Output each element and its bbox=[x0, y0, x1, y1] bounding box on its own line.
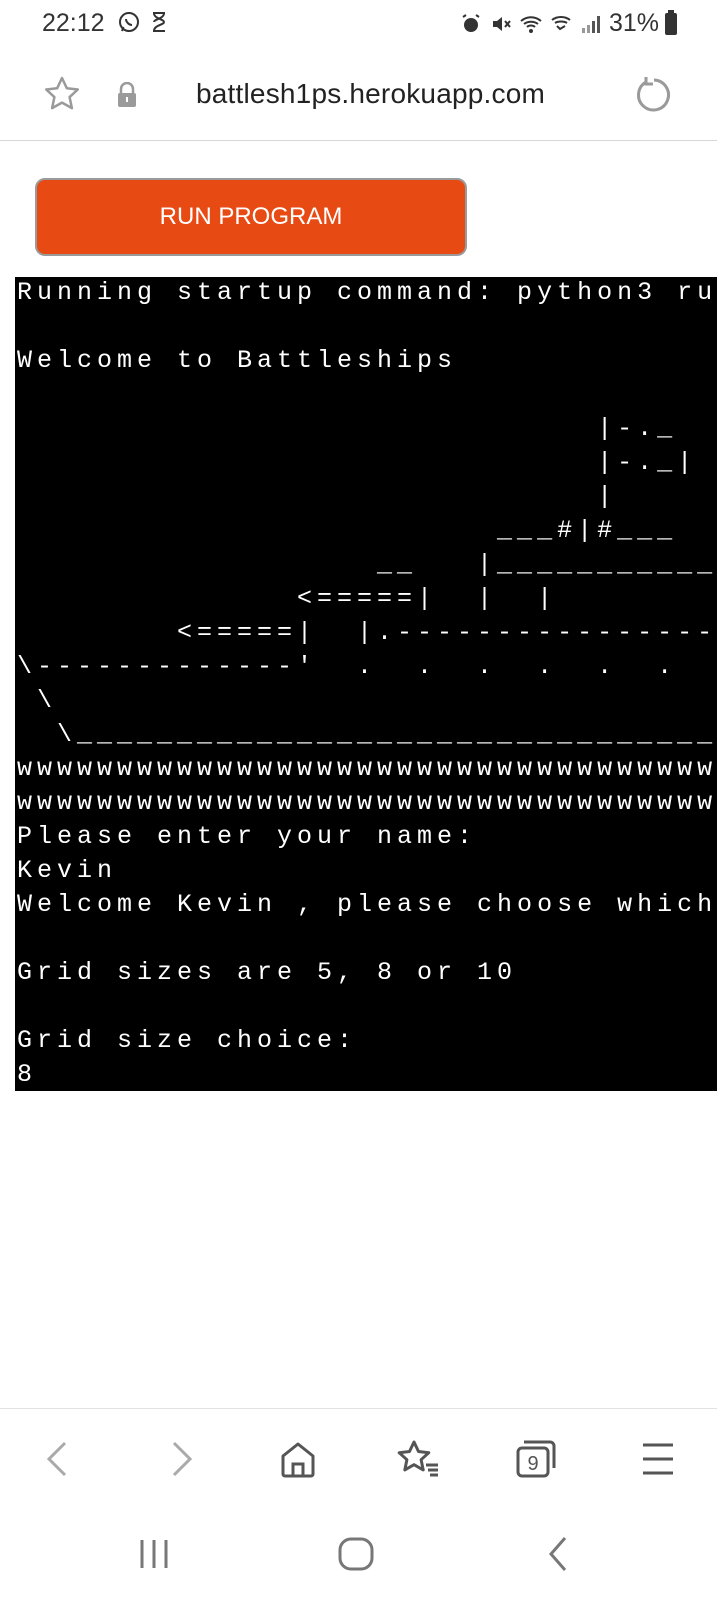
menu-button[interactable] bbox=[632, 1433, 684, 1485]
terminal-line: <=====| |.------------------ bbox=[17, 618, 717, 647]
browser-toolbar: 9 bbox=[0, 1408, 717, 1509]
hourglass-icon bbox=[153, 12, 166, 32]
terminal-line: Kevin bbox=[17, 856, 118, 885]
home-system-button[interactable] bbox=[330, 1528, 382, 1580]
terminal[interactable]: Running startup command: python3 run.py W… bbox=[15, 277, 717, 1091]
recent-apps-icon bbox=[140, 1540, 168, 1568]
status-system-icons: 31% bbox=[459, 9, 677, 38]
forward-button[interactable] bbox=[155, 1433, 207, 1485]
terminal-line: | bbox=[17, 482, 618, 511]
reload-icon[interactable] bbox=[634, 74, 674, 114]
terminal-line: <=====| | | | | |== bbox=[297, 584, 558, 613]
tabs-button[interactable]: 9 bbox=[510, 1433, 562, 1485]
star-icon[interactable] bbox=[42, 74, 82, 114]
forward-icon bbox=[172, 1441, 193, 1477]
home-icon bbox=[281, 1442, 315, 1478]
bookmarks-icon bbox=[397, 1440, 438, 1477]
recent-apps-button[interactable] bbox=[128, 1528, 180, 1580]
wifi-icon bbox=[520, 15, 542, 33]
terminal-line: ___#|#___ bbox=[17, 516, 678, 545]
tabs-icon: 9 bbox=[516, 1440, 556, 1478]
back-system-button[interactable] bbox=[532, 1528, 584, 1580]
home-system-icon bbox=[338, 1537, 374, 1571]
back-system-icon bbox=[549, 1537, 567, 1571]
back-button[interactable] bbox=[32, 1433, 84, 1485]
mute-icon bbox=[492, 16, 511, 31]
url-text[interactable]: battlesh1ps.herokuapp.com bbox=[196, 78, 545, 110]
terminal-line: wwwwwwwwwwwwwwwwwwwwwwwwwwwwwwwwwwwwwwww… bbox=[17, 788, 717, 817]
terminal-line: Grid size choice: bbox=[17, 1026, 358, 1055]
lock-icon bbox=[118, 82, 136, 107]
terminal-line: \-------------' . . . . . . . . bbox=[17, 652, 678, 681]
system-navigation bbox=[0, 1508, 717, 1600]
wifi-call-icon bbox=[551, 15, 571, 30]
whatsapp-icon bbox=[119, 12, 139, 32]
signal-icon bbox=[581, 15, 600, 33]
terminal-line: \ bbox=[17, 686, 58, 715]
terminal-line: Running startup command: python3 run.py bbox=[17, 278, 717, 307]
terminal-line: \____________________________________ bbox=[57, 720, 717, 749]
terminal-line: |-._| bbox=[17, 448, 698, 477]
bookmarks-button[interactable] bbox=[392, 1433, 444, 1485]
address-bar: battlesh1ps.herokuapp.com bbox=[0, 46, 717, 141]
status-bar: 22:12 31% bbox=[0, 0, 717, 46]
menu-icon bbox=[643, 1443, 673, 1475]
status-notification-icons bbox=[117, 10, 171, 34]
battery-percent: 31% bbox=[608, 9, 659, 37]
terminal-line: wwwwwwwwwwwwwwwwwwwwwwwwwwwwwwwwwwwwwwww… bbox=[17, 754, 717, 783]
terminal-line: __ |___________| __ bbox=[377, 550, 717, 579]
tab-count: 9 bbox=[527, 1453, 538, 1475]
terminal-line: 8 bbox=[17, 1060, 38, 1089]
terminal-line: Welcome to Battleships bbox=[17, 346, 458, 375]
alarm-icon bbox=[462, 13, 480, 32]
terminal-line: Please enter your name: bbox=[17, 822, 478, 851]
run-program-button[interactable]: RUN PROGRAM bbox=[35, 178, 467, 256]
terminal-line: |-._ bbox=[17, 414, 678, 443]
back-icon bbox=[46, 1441, 67, 1477]
status-time: 22:12 bbox=[42, 9, 105, 37]
battery-icon bbox=[665, 9, 677, 35]
terminal-line: Welcome Kevin , please choose which gri bbox=[17, 890, 717, 919]
home-button[interactable] bbox=[272, 1433, 324, 1485]
terminal-line: Grid sizes are 5, 8 or 10 bbox=[17, 958, 518, 987]
